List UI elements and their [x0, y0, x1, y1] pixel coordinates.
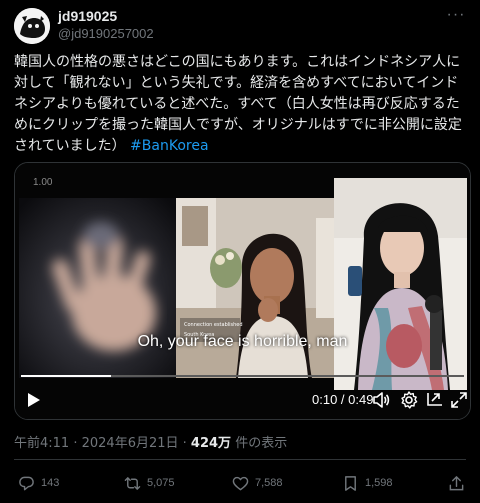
views-label: 件の表示 [231, 436, 288, 451]
video-card[interactable]: 1.00 Connection established South Korea … [14, 162, 471, 420]
share-icon [449, 475, 464, 490]
heart-icon [232, 476, 249, 490]
repost-button[interactable]: 5,075 [124, 472, 175, 494]
meta-separator: · [69, 436, 82, 451]
repost-count: 5,075 [147, 477, 175, 489]
reply-icon [19, 476, 34, 490]
tweet-body: 韓国人の性格の悪さはどこの国にもあります。これはインドネシア人に対して「観れない… [14, 54, 462, 154]
repost-icon [124, 476, 141, 490]
like-count: 7,588 [255, 477, 283, 489]
more-options-icon[interactable]: ··· [446, 7, 466, 26]
video-controls: 0:10 / 0:49 [15, 387, 470, 413]
share-button[interactable] [448, 472, 471, 494]
video-frame-woman-2 [334, 178, 467, 390]
progress-bar[interactable] [21, 375, 464, 377]
tweet-text: 韓国人の性格の悪さはどこの国にもあります。これはインドネシア人に対して「観れない… [14, 52, 469, 157]
hashtag-link[interactable]: #BanKorea [130, 138, 208, 154]
speed-label: 1.00 [33, 177, 53, 188]
action-bar: 143 5,075 7,588 1,598 [0, 472, 480, 496]
picture-in-picture-icon[interactable] [425, 390, 445, 410]
play-icon[interactable] [27, 392, 41, 408]
post-time[interactable]: 午前4:11 [14, 436, 69, 451]
meta-separator: · [178, 436, 191, 451]
author-name[interactable]: jd919025 [58, 8, 117, 24]
bookmark-icon [345, 475, 356, 491]
video-player[interactable]: 1.00 Connection established South Korea … [15, 163, 470, 419]
like-button[interactable]: 7,588 [232, 472, 283, 494]
reply-count: 143 [41, 477, 60, 489]
progress-fill [21, 375, 112, 377]
view-count: 424万 [190, 436, 232, 451]
svg-text:Connection established: Connection established [184, 322, 243, 328]
settings-icon[interactable] [399, 390, 419, 410]
bookmark-count: 1,598 [365, 477, 393, 489]
volume-icon[interactable] [371, 390, 391, 410]
tweet-header: jd919025 @jd9190257002 ··· [14, 6, 466, 46]
author-handle[interactable]: @jd9190257002 [58, 26, 154, 41]
tweet-meta: 午前4:11 · 2024年6月21日 · 424万 件の表示 [14, 432, 287, 451]
post-date[interactable]: 2024年6月21日 [82, 436, 179, 451]
bookmark-button[interactable]: 1,598 [342, 472, 393, 494]
divider [14, 459, 466, 460]
video-frame-woman-1: Connection established South Korea [176, 198, 334, 378]
video-subtitle: Oh, your face is horrible, man [137, 333, 348, 350]
video-time: 0:10 / 0:49 [312, 392, 374, 407]
avatar[interactable] [14, 8, 50, 44]
video-frame-hand [19, 198, 176, 378]
fullscreen-icon[interactable] [449, 390, 469, 410]
reply-button[interactable]: 143 [18, 472, 59, 494]
